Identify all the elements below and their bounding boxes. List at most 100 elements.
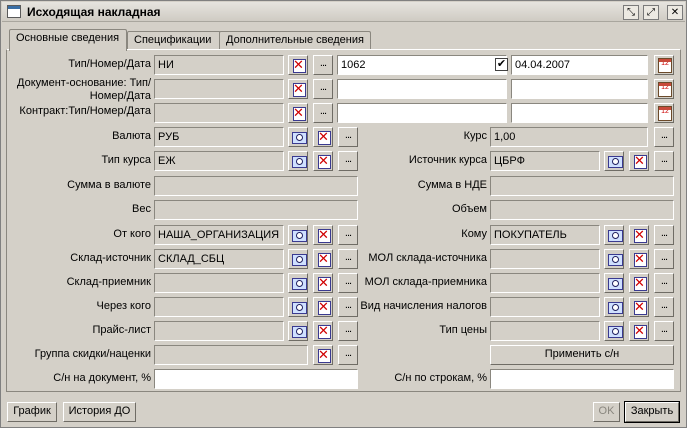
rate-source-field[interactable]: ЦБРФ: [490, 151, 600, 171]
clear-icon: [317, 299, 331, 315]
tab-additional-info[interactable]: Дополнительные сведения: [219, 31, 371, 50]
lookup-from-button[interactable]: [288, 225, 308, 245]
lookup-via-button[interactable]: [288, 297, 308, 317]
clear-rate-type-button[interactable]: [313, 151, 333, 171]
clear-icon: [633, 227, 647, 243]
price-list-field[interactable]: [154, 321, 284, 341]
clear-mol-source-button[interactable]: [629, 249, 649, 269]
restore-icon[interactable]: ⤡: [623, 5, 639, 20]
tab-basic-info[interactable]: Основные сведения: [9, 29, 127, 51]
history-button[interactable]: История ДО: [63, 402, 136, 422]
base-doc-date-field[interactable]: [511, 79, 648, 99]
clear-rate-source-button[interactable]: [629, 151, 649, 171]
contract-number-field[interactable]: [337, 103, 507, 123]
chart-button[interactable]: График: [7, 402, 57, 422]
from-field[interactable]: НАША_ОРГАНИЗАЦИЯ: [154, 225, 284, 245]
clear-to-button[interactable]: [629, 225, 649, 245]
select-mol-target-button[interactable]: ...: [654, 273, 674, 293]
select-tax-type-button[interactable]: ...: [654, 297, 674, 317]
lookup-to-button[interactable]: [604, 225, 624, 245]
to-field[interactable]: ПОКУПАТЕЛЬ: [490, 225, 600, 245]
select-rate-button[interactable]: ...: [654, 127, 674, 147]
select-base-doc-button[interactable]: ...: [313, 79, 333, 99]
clear-doc-type-button[interactable]: [288, 55, 308, 75]
lookup-wh-target-button[interactable]: [288, 273, 308, 293]
date-checkbox[interactable]: ✔: [495, 58, 508, 71]
select-doc-type-button[interactable]: ...: [313, 55, 333, 75]
doc-number-field[interactable]: 1062: [337, 55, 507, 75]
lookup-price-type-button[interactable]: [604, 321, 624, 341]
select-discount-group-button[interactable]: ...: [338, 345, 358, 365]
price-type-field[interactable]: [490, 321, 600, 341]
clear-price-type-button[interactable]: [629, 321, 649, 341]
rate-field[interactable]: 1,00: [490, 127, 648, 147]
label-sn-doc: С/н на документ, %: [53, 372, 151, 384]
mol-target-field[interactable]: [490, 273, 600, 293]
clear-icon: [317, 251, 331, 267]
lookup-icon: [292, 276, 307, 290]
select-rate-source-button[interactable]: ...: [654, 151, 674, 171]
doc-date-field[interactable]: 04.04.2007: [511, 55, 648, 75]
label-base-doc: Документ-основание: Тип/Номер/Дата: [17, 77, 151, 102]
apply-discount-button[interactable]: Применить с/н: [490, 345, 674, 365]
label-type-num-date: Тип/Номер/Дата: [68, 58, 151, 70]
contract-calendar-button[interactable]: 12: [654, 103, 674, 123]
calendar-icon: 12: [658, 58, 672, 73]
date-calendar-button[interactable]: 12: [654, 55, 674, 75]
tab-specifications[interactable]: Спецификации: [127, 31, 221, 50]
base-doc-type-field[interactable]: [154, 79, 284, 99]
clear-wh-source-button[interactable]: [313, 249, 333, 269]
window-title: Исходящая накладная: [27, 5, 161, 19]
clear-price-list-button[interactable]: [313, 321, 333, 341]
close-button[interactable]: Закрыть: [624, 401, 680, 423]
lookup-mol-target-button[interactable]: [604, 273, 624, 293]
wh-target-field[interactable]: [154, 273, 284, 293]
label-to: Кому: [461, 228, 487, 240]
via-field[interactable]: [154, 297, 284, 317]
clear-wh-target-button[interactable]: [313, 273, 333, 293]
close-icon[interactable]: ✕: [667, 5, 683, 20]
currency-field[interactable]: РУБ: [154, 127, 284, 147]
clear-discount-group-button[interactable]: [313, 345, 333, 365]
label-mol-target: МОЛ склада-приемника: [364, 276, 487, 288]
lookup-rate-source-button[interactable]: [604, 151, 624, 171]
contract-date-field[interactable]: [511, 103, 648, 123]
clear-mol-target-button[interactable]: [629, 273, 649, 293]
clear-currency-button[interactable]: [313, 127, 333, 147]
sum-nde-field: [490, 176, 674, 196]
clear-icon: [317, 153, 331, 169]
clear-tax-type-button[interactable]: [629, 297, 649, 317]
ok-button[interactable]: OK: [593, 402, 620, 422]
tax-type-field[interactable]: [490, 297, 600, 317]
lookup-icon: [292, 300, 307, 314]
sn-lines-field[interactable]: [490, 369, 674, 389]
select-to-button[interactable]: ...: [654, 225, 674, 245]
sn-doc-field[interactable]: [154, 369, 358, 389]
base-doc-calendar-button[interactable]: 12: [654, 79, 674, 99]
clear-via-button[interactable]: [313, 297, 333, 317]
wh-source-field[interactable]: СКЛАД_СБЦ: [154, 249, 284, 269]
lookup-price-list-button[interactable]: [288, 321, 308, 341]
lookup-wh-source-button[interactable]: [288, 249, 308, 269]
select-price-type-button[interactable]: ...: [654, 321, 674, 341]
select-contract-button[interactable]: ...: [313, 103, 333, 123]
clear-contract-button[interactable]: [288, 103, 308, 123]
discount-group-field[interactable]: [154, 345, 308, 365]
select-mol-source-button[interactable]: ...: [654, 249, 674, 269]
lookup-currency-button[interactable]: [288, 127, 308, 147]
contract-type-field[interactable]: [154, 103, 284, 123]
base-doc-number-field[interactable]: [337, 79, 507, 99]
lookup-mol-source-button[interactable]: [604, 249, 624, 269]
maximize-icon[interactable]: ⤢: [643, 5, 659, 20]
lookup-rate-type-button[interactable]: [288, 151, 308, 171]
lookup-icon: [608, 276, 623, 290]
rate-type-field[interactable]: ЕЖ: [154, 151, 284, 171]
doc-type-field[interactable]: НИ: [154, 55, 284, 75]
clear-base-doc-button[interactable]: [288, 79, 308, 99]
label-rate-type: Тип курса: [101, 154, 151, 166]
lookup-tax-type-button[interactable]: [604, 297, 624, 317]
label-volume: Объем: [451, 203, 487, 215]
mol-source-field[interactable]: [490, 249, 600, 269]
clear-from-button[interactable]: [313, 225, 333, 245]
clear-icon: [317, 275, 331, 291]
